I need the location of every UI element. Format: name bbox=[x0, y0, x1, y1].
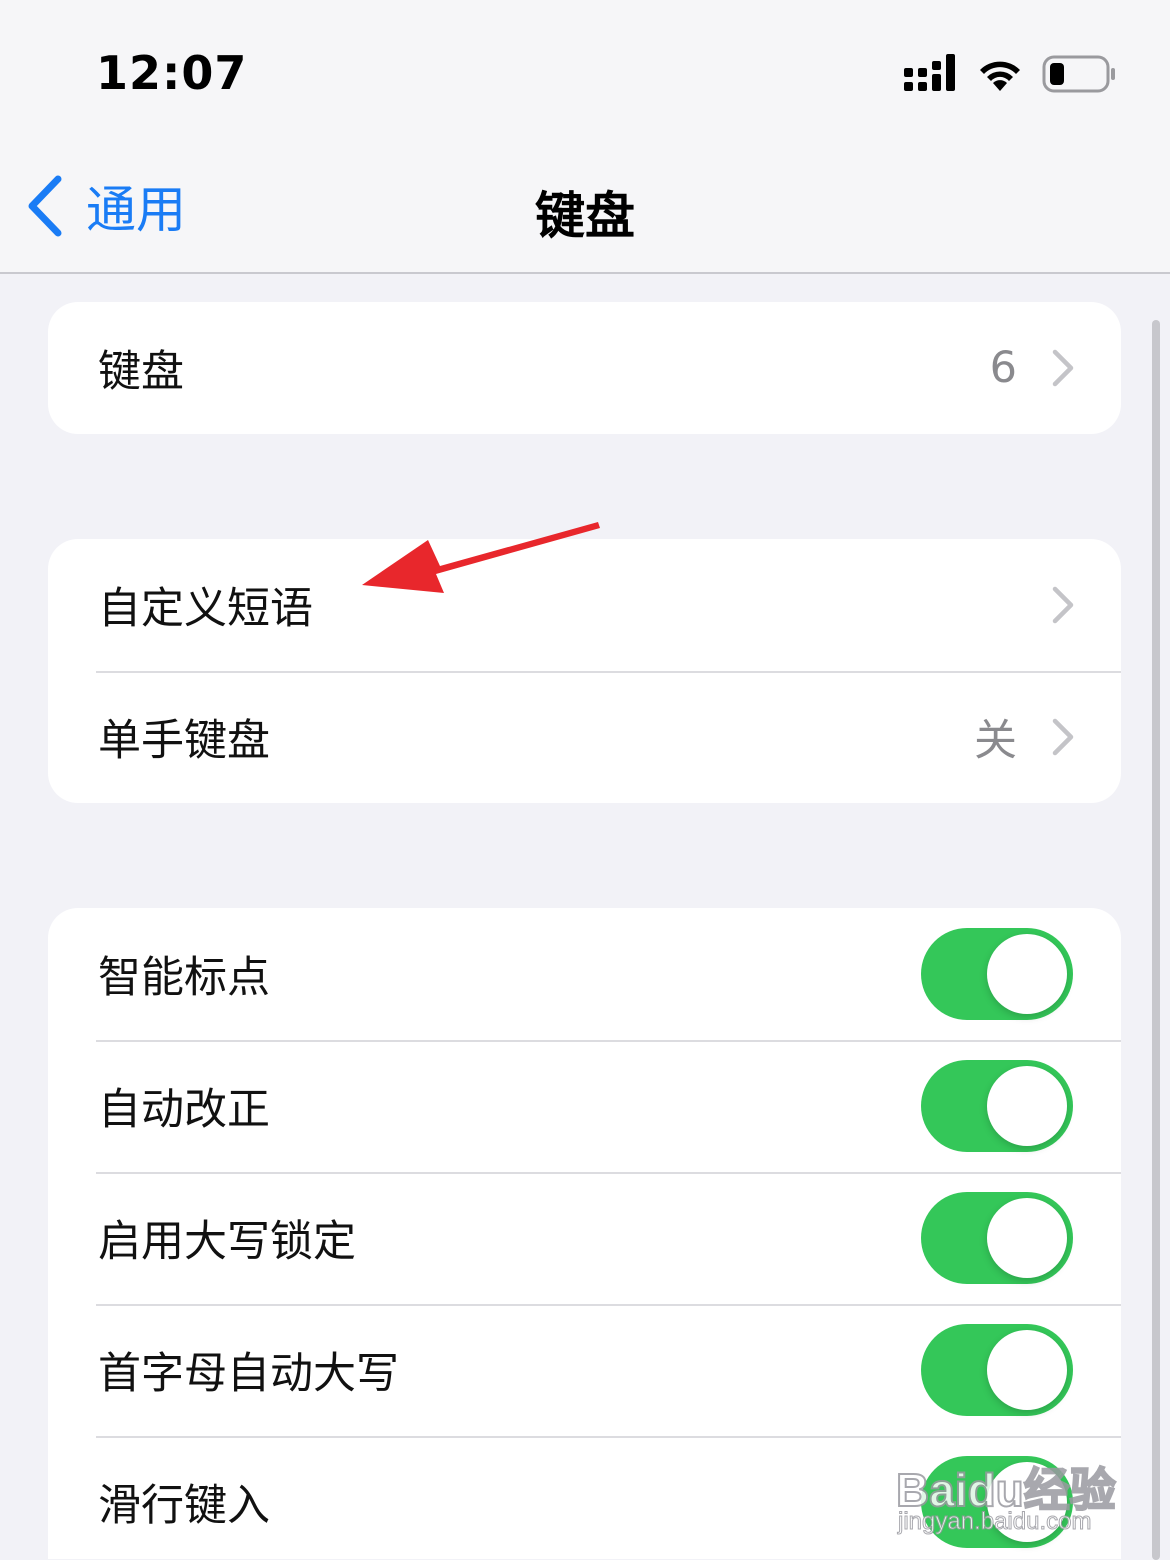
settings-group-phrases: 自定义短语 单手键盘 关 bbox=[48, 539, 1121, 803]
status-icons bbox=[904, 52, 1116, 96]
toggle-knob bbox=[987, 934, 1067, 1014]
chevron-right-icon bbox=[1052, 586, 1074, 624]
row-label: 键盘 bbox=[98, 347, 184, 397]
toggle-knob bbox=[987, 1330, 1067, 1410]
row-auto-capitalization: 首字母自动大写 bbox=[48, 1304, 1121, 1436]
chevron-right-icon bbox=[1052, 349, 1074, 387]
battery-icon bbox=[1042, 55, 1115, 93]
row-divider bbox=[96, 1304, 1121, 1306]
row-text-replacement[interactable]: 自定义短语 bbox=[48, 539, 1121, 671]
caps-lock-toggle[interactable] bbox=[921, 1192, 1073, 1284]
row-label: 首字母自动大写 bbox=[98, 1349, 399, 1399]
row-label: 自定义短语 bbox=[98, 584, 313, 634]
row-value: 6 bbox=[989, 343, 1017, 393]
auto-capitalization-toggle[interactable] bbox=[921, 1324, 1073, 1416]
settings-group-keyboards: 键盘 6 bbox=[48, 302, 1121, 434]
row-value: 关 bbox=[974, 716, 1017, 766]
row-slide-to-type: 滑行键入 bbox=[48, 1436, 1121, 1559]
row-smart-punctuation: 智能标点 bbox=[48, 908, 1121, 1040]
row-label: 滑行键入 bbox=[98, 1481, 270, 1531]
status-bar: 12:07 bbox=[0, 0, 1170, 140]
row-divider bbox=[96, 1436, 1121, 1438]
row-label: 自动改正 bbox=[98, 1085, 270, 1135]
signal-icon bbox=[904, 54, 955, 91]
navigation-bar: 通用 键盘 bbox=[0, 140, 1170, 274]
chevron-right-icon bbox=[1052, 718, 1074, 756]
row-label: 单手键盘 bbox=[98, 716, 270, 766]
row-divider bbox=[96, 1040, 1121, 1042]
toggle-knob bbox=[987, 1066, 1067, 1146]
status-time: 12:07 bbox=[96, 46, 248, 100]
row-label: 启用大写锁定 bbox=[98, 1217, 356, 1267]
settings-group-toggles: 智能标点 自动改正 启用大写锁定 首字母自动大写 滑行键入 bbox=[48, 908, 1121, 1559]
row-label: 智能标点 bbox=[98, 953, 270, 1003]
page-title: 键盘 bbox=[535, 187, 635, 245]
row-divider bbox=[96, 1172, 1121, 1174]
auto-correction-toggle[interactable] bbox=[921, 1060, 1073, 1152]
wifi-icon bbox=[980, 61, 1020, 91]
slide-to-type-toggle[interactable] bbox=[921, 1456, 1073, 1548]
row-keyboards[interactable]: 键盘 6 bbox=[48, 302, 1121, 434]
row-one-handed-keyboard[interactable]: 单手键盘 关 bbox=[48, 671, 1121, 803]
row-caps-lock: 启用大写锁定 bbox=[48, 1172, 1121, 1304]
toggle-knob bbox=[987, 1462, 1067, 1542]
row-divider bbox=[96, 671, 1121, 673]
smart-punctuation-toggle[interactable] bbox=[921, 928, 1073, 1020]
row-auto-correction: 自动改正 bbox=[48, 1040, 1121, 1172]
toggle-knob bbox=[987, 1198, 1067, 1278]
scroll-indicator[interactable] bbox=[1152, 320, 1160, 1560]
